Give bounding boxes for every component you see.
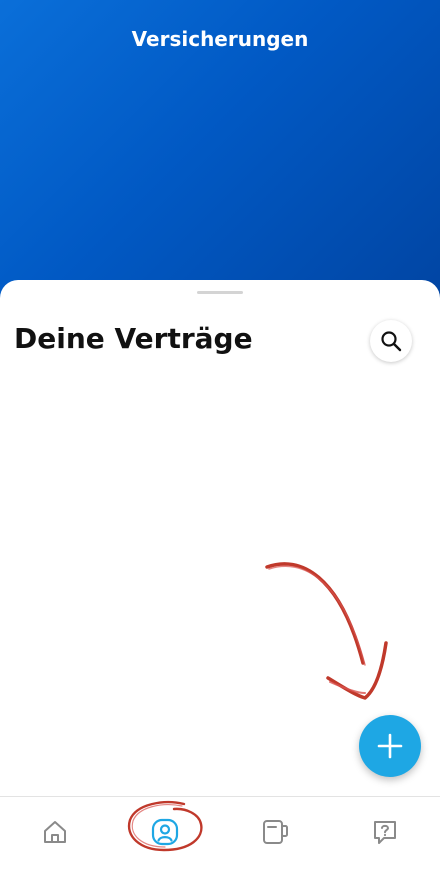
search-button[interactable]: [370, 320, 412, 362]
contracts-title: Deine Verträge: [14, 322, 253, 355]
folder-icon: [263, 820, 288, 844]
nav-item-help[interactable]: [330, 797, 440, 867]
annotation-circle: [127, 800, 203, 852]
drag-handle[interactable]: [197, 291, 243, 294]
search-icon: [381, 331, 402, 352]
bottom-navigation: [0, 796, 440, 875]
annotation-arrow: [265, 562, 388, 700]
help-chat-icon: [374, 821, 396, 844]
home-icon: [44, 821, 66, 843]
page-title: Versicherungen: [131, 27, 309, 51]
nav-item-contracts[interactable]: [220, 797, 330, 867]
add-contract-button[interactable]: [359, 715, 421, 777]
header-banner: Versicherungen: [0, 0, 440, 300]
nav-item-home[interactable]: [0, 797, 110, 867]
plus-icon: [377, 733, 403, 759]
